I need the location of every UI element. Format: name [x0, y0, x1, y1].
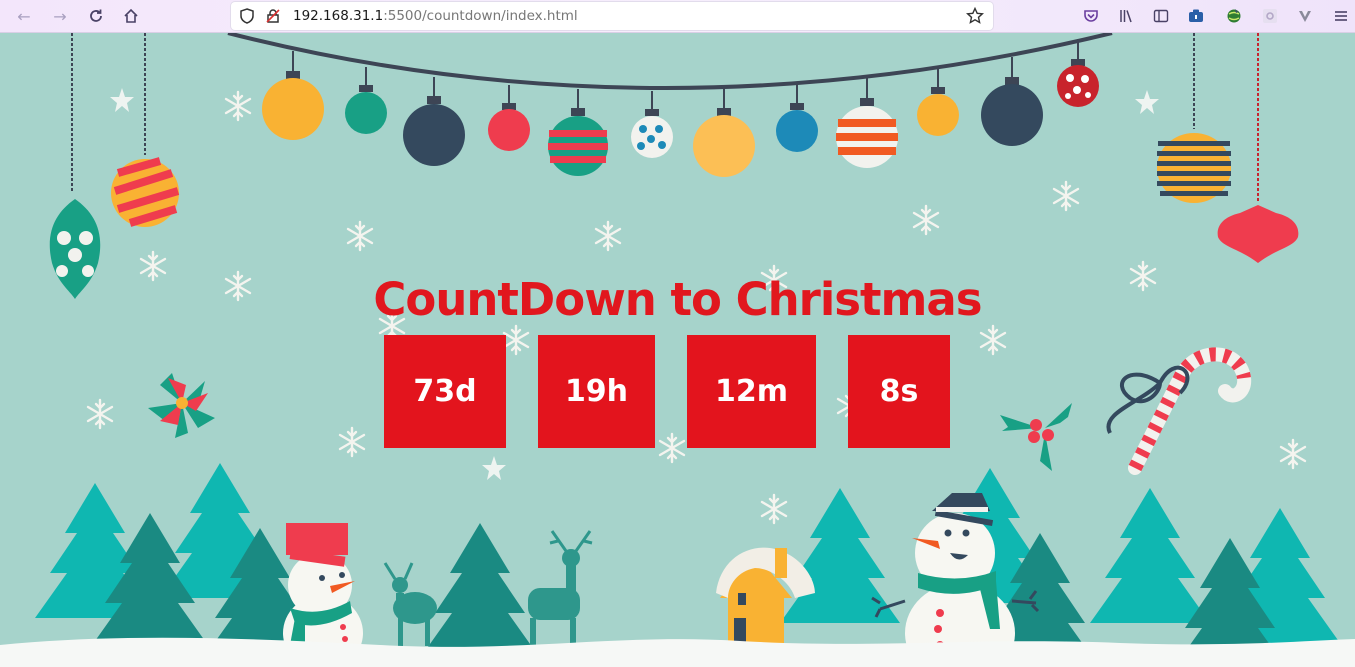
url-bar[interactable]: 192.168.31.1:5500/countdown/index.html	[231, 2, 993, 30]
countdown-title: CountDown to Christmas	[373, 273, 982, 326]
deer-left	[383, 562, 437, 646]
candy-cane	[1106, 347, 1252, 475]
ornaments-right	[1157, 33, 1299, 263]
extension-gear-icon[interactable]	[1258, 5, 1282, 27]
christmas-page: CountDown to Christmas 73d 19h 12m 8s	[0, 33, 1355, 667]
minutes-box: 12m	[687, 335, 816, 448]
menu-icon[interactable]	[1329, 5, 1353, 27]
extension-globe-icon[interactable]	[1222, 5, 1246, 27]
home-icon[interactable]	[119, 5, 143, 27]
deer-right	[528, 530, 593, 648]
forward-icon[interactable]: →	[48, 5, 72, 27]
insecure-lock-icon[interactable]	[261, 5, 285, 27]
garland-string	[227, 33, 1113, 90]
days-box: 73d	[384, 335, 506, 448]
url-text: 192.168.31.1:5500/countdown/index.html	[293, 8, 578, 24]
seconds-box: 8s	[848, 335, 950, 448]
sidebar-icon[interactable]	[1149, 5, 1173, 27]
extension-icon[interactable]	[1184, 5, 1208, 27]
pocket-icon[interactable]	[1079, 5, 1103, 27]
poinsettia	[148, 373, 215, 438]
shield-icon[interactable]	[235, 5, 259, 27]
hours-box: 19h	[538, 335, 655, 448]
back-icon[interactable]: ←	[12, 5, 36, 27]
browser-toolbar: ← → 192.168.31.1:5500/countdown/index.ht…	[0, 0, 1355, 33]
url-path: :5500/countdown/index.html	[383, 8, 578, 24]
christmas-background-illustration	[0, 33, 1355, 667]
holly	[1000, 403, 1072, 471]
url-host: 192.168.31.1	[293, 8, 384, 24]
extension-v-icon[interactable]	[1293, 5, 1317, 27]
ornaments-left	[49, 33, 180, 299]
library-icon[interactable]	[1114, 5, 1138, 27]
snow-ground	[0, 637, 1355, 667]
bookmark-star-icon[interactable]	[963, 5, 987, 27]
reload-icon[interactable]	[84, 5, 108, 27]
